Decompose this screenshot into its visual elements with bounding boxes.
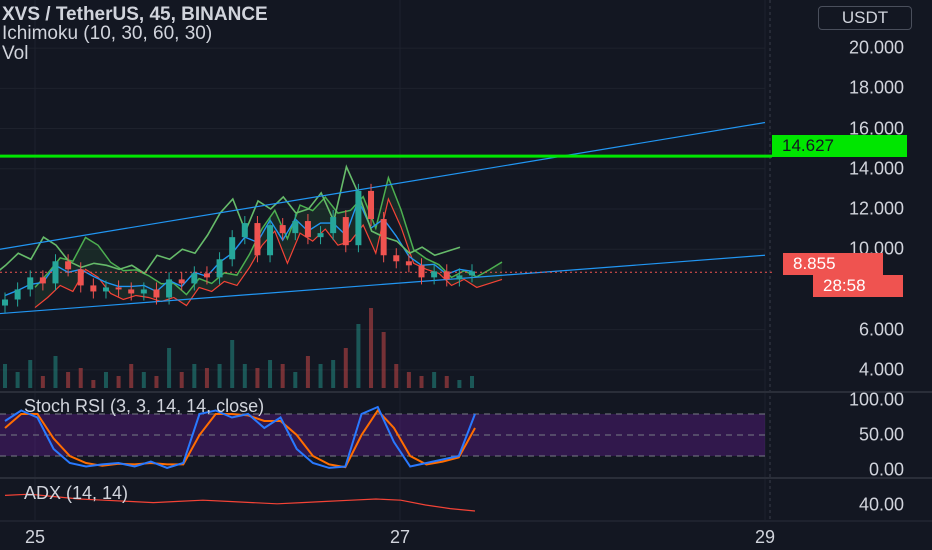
adx-label[interactable]: ADX (14, 14) (24, 483, 128, 504)
candle-body (342, 217, 349, 246)
candle-body (203, 273, 210, 278)
candle-body (14, 289, 21, 300)
candle-body (27, 277, 34, 290)
volume-bar (419, 376, 424, 388)
volume-bar (66, 372, 71, 388)
candle-body (267, 225, 274, 256)
volume-bar (192, 364, 197, 388)
volume-bar (15, 372, 20, 388)
candle-body (115, 287, 122, 290)
volume-bar (230, 340, 235, 388)
ichimoku-label[interactable]: Ichimoku (10, 30, 60, 30) (2, 23, 212, 44)
volume-bar (53, 356, 58, 388)
candle-body (166, 279, 173, 298)
candle-body (317, 233, 324, 238)
time-tick-label: 27 (389, 527, 411, 547)
price-tick-label: 12.000 (848, 198, 904, 219)
candle-body (39, 277, 46, 284)
candle-body (330, 217, 337, 234)
volume-bar (40, 376, 45, 388)
candle-body (178, 279, 185, 284)
adx-tick-label: 40.00 (858, 494, 904, 515)
volume-label[interactable]: Vol (2, 43, 28, 64)
candle-body (443, 271, 450, 280)
candle-body (368, 190, 375, 220)
volume-bar (457, 380, 462, 388)
volume-bar (331, 360, 336, 388)
candle-body (77, 269, 84, 286)
price-tick-label: 6.000 (858, 319, 904, 340)
candle-body (140, 289, 147, 294)
symbol-title[interactable]: XVS / TetherUS, 45, BINANCE (2, 4, 268, 25)
stoch-tick-label: 0.00 (868, 459, 904, 480)
candle-body (355, 190, 362, 246)
volume-bar (268, 360, 273, 388)
volume-bar (3, 364, 7, 388)
candle-body (304, 221, 311, 238)
price-tick-label: 4.000 (858, 359, 904, 380)
volume-bar (154, 376, 159, 388)
volume-bar (356, 324, 361, 388)
volume-bar (444, 376, 449, 388)
volume-bars (3, 308, 474, 388)
volume-bar (103, 372, 108, 388)
stoch-rsi-label[interactable]: Stoch RSI (3, 3, 14, 14, close) (24, 396, 264, 417)
candle-body (191, 273, 198, 284)
volume-bar (129, 364, 134, 388)
currency-button[interactable]: USDT (818, 6, 912, 30)
candle-body (393, 255, 400, 262)
volume-bar (470, 376, 474, 388)
candle-body (128, 289, 135, 294)
candle-body (292, 221, 299, 234)
candle-body (229, 237, 236, 260)
stoch-tick-label: 50.00 (858, 424, 904, 445)
volume-bar (116, 376, 121, 388)
candle-body (102, 287, 109, 292)
volume-bar (432, 372, 437, 388)
candle-body (52, 261, 59, 284)
candle-body (456, 275, 463, 280)
volume-bar (141, 372, 146, 388)
volume-bar (381, 332, 386, 388)
candle-body (2, 299, 8, 306)
price-tick-label: 18.000 (848, 77, 904, 98)
volume-bar (179, 372, 184, 388)
candle-body (153, 289, 160, 298)
time-tick-label: 25 (24, 527, 46, 547)
candle-body (380, 219, 387, 256)
volume-bar (293, 372, 298, 388)
candle-body (254, 223, 261, 256)
time-tick-label: 29 (754, 527, 776, 547)
price-tick-label: 14.000 (848, 158, 904, 179)
price-tick-label: 20.000 (848, 37, 904, 58)
horizontal-line-price-badge: 14.627 (772, 135, 907, 157)
volume-bar (255, 368, 260, 388)
volume-bar (91, 380, 96, 388)
volume-bar (305, 356, 310, 388)
candle-body (469, 271, 475, 276)
volume-bar (369, 308, 374, 388)
volume-bar (78, 368, 83, 388)
candle-body (418, 265, 425, 278)
last-price-badge: 8.855 (783, 253, 883, 275)
volume-bar (217, 364, 222, 388)
countdown-badge: 28:58 (813, 275, 903, 297)
candle-body (431, 271, 438, 278)
candle-body (241, 223, 248, 238)
stoch-tick-label: 100.00 (848, 389, 904, 410)
candle-body (90, 285, 97, 292)
volume-bar (406, 372, 411, 388)
candle-body (405, 261, 412, 266)
candle-body (216, 259, 223, 278)
volume-bar (242, 364, 247, 388)
volume-bar (167, 348, 172, 388)
volume-bar (204, 368, 209, 388)
volume-bar (280, 364, 285, 388)
volume-bar (28, 360, 33, 388)
volume-bar (394, 364, 399, 388)
candle-body (279, 225, 286, 234)
candle-body (65, 261, 72, 270)
volume-bar (318, 364, 323, 388)
volume-bar (343, 348, 348, 388)
